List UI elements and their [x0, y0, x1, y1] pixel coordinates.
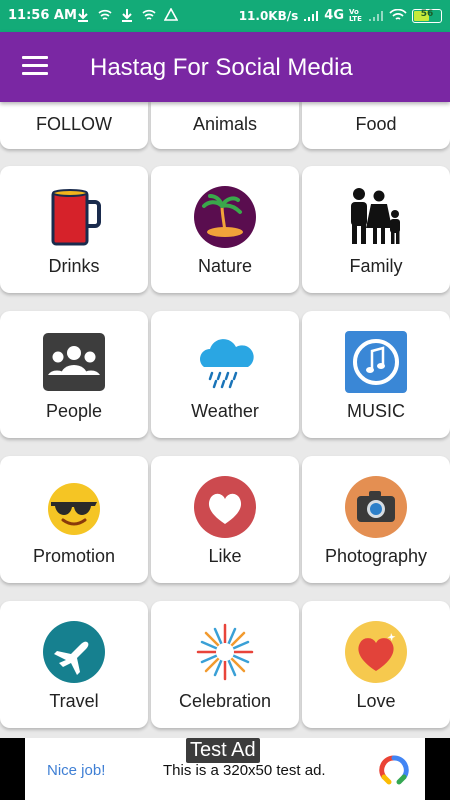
category-label: Animals [192, 114, 258, 134]
category-card-promotion[interactable]: Promotion [0, 456, 148, 583]
family-icon [351, 188, 400, 244]
category-label: Love [356, 691, 396, 711]
category-label: Family [349, 256, 403, 276]
signal-icon [369, 10, 383, 21]
network-type: 4G [324, 8, 344, 23]
airplane-icon [43, 621, 105, 683]
category-card-love[interactable]: Love [302, 601, 450, 728]
category-row: People Weather MUSIC [0, 311, 450, 438]
palm-tree-island-icon [194, 186, 256, 248]
rain-cloud-icon [200, 339, 254, 389]
mug-icon [51, 189, 101, 246]
battery-level: 56 [420, 8, 434, 19]
ad-text: This is a 320x50 test ad. [163, 762, 326, 779]
heart-like-icon [194, 476, 256, 538]
category-card-celebration[interactable]: Celebration [151, 601, 299, 728]
category-row: Drinks Nature Family [0, 166, 450, 293]
wifi-icon [98, 9, 112, 20]
category-card-music[interactable]: MUSIC [302, 311, 450, 438]
camera-icon [345, 476, 407, 538]
music-note-icon [345, 331, 407, 393]
signal-icon [304, 10, 319, 21]
category-card-food[interactable]: Food [302, 102, 450, 149]
category-label: Weather [191, 401, 259, 421]
category-card-family[interactable]: Family [302, 166, 450, 293]
category-row: Travel Celebration Love [0, 601, 450, 728]
category-row: FOLLOW Animals Food [0, 102, 450, 149]
people-group-icon [43, 333, 105, 391]
category-grid: FOLLOW Animals Food Drinks Nature Family… [0, 102, 450, 738]
category-label: Like [208, 546, 242, 566]
app-bar: Hastag For Social Media [0, 32, 450, 102]
hamburger-menu-icon[interactable] [22, 56, 48, 76]
category-card-photography[interactable]: Photography [302, 456, 450, 583]
wifi-icon [389, 9, 407, 20]
status-bar: 11:56 AM 11.0KB/s 4G Vo LTE 56 [0, 0, 450, 32]
category-label: Drinks [48, 256, 100, 276]
category-label: MUSIC [347, 401, 405, 421]
volte-label: Vo LTE [349, 7, 362, 23]
category-card-animals[interactable]: Animals [151, 102, 299, 149]
category-card-weather[interactable]: Weather [151, 311, 299, 438]
category-card-drinks[interactable]: Drinks [0, 166, 148, 293]
battery-icon: 56 [412, 8, 442, 23]
test-ad-badge: Test Ad [186, 738, 260, 763]
admob-logo-icon [379, 755, 409, 785]
fireworks-icon [196, 623, 254, 681]
category-label: People [45, 401, 103, 421]
category-card-nature[interactable]: Nature [151, 166, 299, 293]
network-speed: 11.0KB/s [238, 8, 299, 23]
category-card-travel[interactable]: Travel [0, 601, 148, 728]
category-label: Photography [324, 546, 428, 566]
download-icon [122, 9, 132, 22]
love-heart-icon [345, 621, 407, 683]
category-card-follow[interactable]: FOLLOW [0, 102, 148, 149]
category-label: Food [355, 114, 397, 134]
category-label: Nature [197, 256, 253, 276]
sunglasses-emoji-icon [48, 483, 100, 535]
category-card-people[interactable]: People [0, 311, 148, 438]
status-time: 11:56 AM [8, 8, 77, 23]
category-card-like[interactable]: Like [151, 456, 299, 583]
ad-cta[interactable]: Nice job! [47, 762, 105, 779]
category-label: Travel [49, 691, 99, 711]
category-row: Promotion Like Photography [0, 456, 450, 583]
wifi-icon [142, 9, 156, 20]
category-label: Celebration [178, 691, 272, 711]
download-icon [78, 9, 88, 22]
app-title: Hastag For Social Media [90, 54, 353, 81]
category-label: FOLLOW [35, 114, 112, 134]
vpn-triangle-icon [164, 8, 178, 21]
category-label: Promotion [32, 546, 116, 566]
